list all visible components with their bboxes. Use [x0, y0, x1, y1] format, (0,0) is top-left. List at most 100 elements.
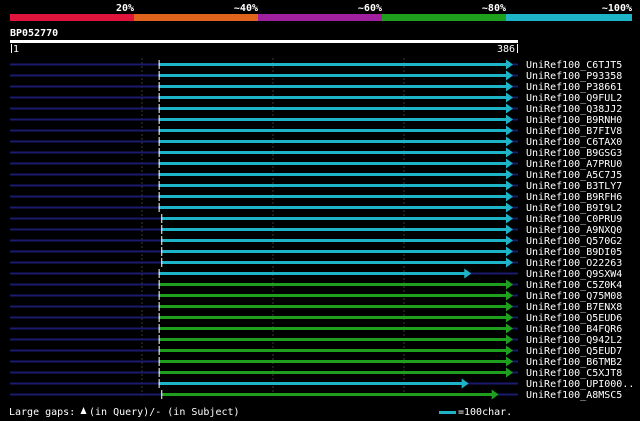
hit-row[interactable]: UniRef100_C5XJT8	[10, 367, 622, 380]
hit-bar	[158, 283, 508, 286]
hit-row[interactable]: UniRef100_Q9FUL2	[10, 92, 622, 105]
large-gaps-label: Large gaps:	[9, 407, 75, 418]
scale-label-5: ~100%	[602, 3, 632, 14]
hit-row[interactable]: UniRef100_C5Z0K4	[10, 279, 622, 292]
alignment-graphic: 20% ~40% ~60% ~80% ~100% BP052770 1 386 UniR…	[9, 3, 634, 418]
hit-row[interactable]: UniRef100_B9DI05	[10, 246, 622, 259]
hit-arrow-head	[461, 378, 469, 389]
scale-segment-3	[258, 14, 382, 21]
gap-in-subject-label: - (in Subject)	[155, 407, 239, 418]
hit-row[interactable]: UniRef100_P93358	[10, 70, 622, 83]
hit-row[interactable]: UniRef100_B7ENX8	[10, 301, 622, 314]
identity-scale-labels: 20% ~40% ~60% ~80% ~100%	[116, 3, 632, 14]
hit-bar	[158, 107, 508, 110]
hit-name: UniRef100_Q75M08	[526, 291, 622, 302]
hit-row[interactable]: UniRef100_Q9SXW4	[10, 268, 622, 281]
hit-row[interactable]: UniRef100_Q38JJ2	[10, 103, 622, 116]
hit-name: UniRef100_C5Z0K4	[526, 280, 622, 291]
hit-bar	[158, 382, 464, 385]
hit-name: UniRef100_Q5EUD7	[526, 346, 622, 357]
hit-arrow-head	[506, 257, 513, 268]
hit-row[interactable]: UniRef100_Q942L2	[10, 334, 622, 347]
hit-row[interactable]: UniRef100_B9RNH0	[10, 114, 622, 127]
hit-bar	[158, 162, 508, 165]
hit-arrow-head	[506, 147, 513, 158]
hit-bar	[158, 272, 467, 275]
hit-row[interactable]: UniRef100_Q5EUD7	[10, 345, 622, 358]
hit-row[interactable]: UniRef100_O22263	[10, 257, 622, 270]
hit-name: UniRef100_Q38JJ2	[526, 104, 622, 115]
hit-row[interactable]: UniRef100_C6TAX0	[10, 136, 622, 149]
hit-bar	[158, 173, 508, 176]
hit-bar	[158, 294, 508, 297]
svg-text:Large gaps:: Large gaps:	[9, 407, 75, 418]
hit-arrow-head	[506, 125, 513, 136]
hit-row[interactable]: UniRef100_A7PRU0	[10, 158, 622, 171]
hit-arrow-head	[506, 213, 513, 224]
hit-name: UniRef100_A9NXQ0	[526, 225, 622, 236]
hit-arrow-head	[506, 202, 513, 213]
hit-row[interactable]: UniRef100_UPI000..	[10, 378, 634, 391]
scale-label-3: ~60%	[358, 3, 382, 14]
hit-row[interactable]: UniRef100_P38661	[10, 81, 622, 94]
hit-row[interactable]: UniRef100_A9NXQ0	[10, 224, 622, 237]
scale-bar-sample	[439, 411, 456, 414]
hit-bar	[158, 151, 508, 154]
footer-legend: Large gaps: (in Query)/- (in Subject) =1…	[9, 407, 512, 418]
hit-row[interactable]: UniRef100_B9I9L2	[10, 202, 622, 215]
hit-arrow-head	[506, 323, 513, 334]
hit-name: UniRef100_B9I9L2	[526, 203, 622, 214]
hit-arrow-head	[506, 103, 513, 114]
hit-bar	[158, 96, 508, 99]
hit-row[interactable]: UniRef100_Q5EUD6	[10, 312, 622, 325]
hit-row[interactable]: UniRef100_C0PRU9	[10, 213, 622, 226]
hit-name: UniRef100_P93358	[526, 71, 622, 82]
hit-rows: UniRef100_C6TJT5UniRef100_P93358UniRef10…	[10, 59, 634, 402]
hit-bar	[158, 63, 508, 66]
hit-name: UniRef100_Q9SXW4	[526, 269, 622, 280]
hit-arrow-head	[506, 334, 513, 345]
hit-row[interactable]: UniRef100_B9GSG3	[10, 147, 622, 160]
scale-bar-label: =100char.	[458, 407, 512, 418]
hit-row[interactable]: UniRef100_A8MSC5	[10, 389, 622, 402]
hit-name: UniRef100_Q942L2	[526, 335, 622, 346]
hit-row[interactable]: UniRef100_C6TJT5	[10, 59, 622, 72]
hit-arrow-head	[491, 389, 499, 400]
hit-name: UniRef100_A5C7J5	[526, 170, 622, 181]
hit-bar	[161, 261, 508, 264]
hit-bar	[158, 327, 508, 330]
hit-arrow-head	[506, 312, 513, 323]
hit-name: UniRef100_C5XJT8	[526, 368, 622, 379]
hit-name: UniRef100_Q9FUL2	[526, 93, 622, 104]
hit-name: UniRef100_B4FQR6	[526, 324, 622, 335]
hit-row[interactable]: UniRef100_B3TLY7	[10, 180, 622, 193]
scale-segment-4	[382, 14, 506, 21]
hit-bar	[158, 360, 508, 363]
gap-in-query-label: (in Query)	[89, 407, 149, 418]
hit-arrow-head	[506, 290, 513, 301]
hit-name: UniRef100_Q5EUD6	[526, 313, 622, 324]
hit-name: UniRef100_B6TMB2	[526, 357, 622, 368]
hit-row[interactable]: UniRef100_B6TMB2	[10, 356, 622, 369]
hit-name: UniRef100_B9RFH6	[526, 192, 622, 203]
hit-row[interactable]: UniRef100_Q570G2	[10, 235, 622, 248]
hit-name: UniRef100_C6TAX0	[526, 137, 622, 148]
hit-arrow-head	[506, 356, 513, 367]
hit-bar	[158, 206, 508, 209]
hit-row[interactable]: UniRef100_A5C7J5	[10, 169, 622, 182]
hit-arrow-head	[506, 345, 513, 356]
gap-in-query-icon	[80, 407, 87, 414]
hit-row[interactable]: UniRef100_B7FIV8	[10, 125, 622, 138]
hit-row[interactable]: UniRef100_B4FQR6	[10, 323, 622, 336]
hit-bar	[158, 140, 508, 143]
hit-arrow-head	[506, 169, 513, 180]
hit-row[interactable]: UniRef100_B9RFH6	[10, 191, 622, 204]
hit-name: UniRef100_B9RNH0	[526, 115, 622, 126]
hit-name: UniRef100_UPI000..	[526, 379, 634, 390]
hit-arrow-head	[506, 70, 513, 81]
hit-bar	[158, 195, 508, 198]
hit-row[interactable]: UniRef100_Q75M08	[10, 290, 622, 303]
hit-name: UniRef100_C6TJT5	[526, 60, 622, 71]
query-start-label: 1	[13, 44, 19, 55]
scale-label-4: ~80%	[482, 3, 506, 14]
